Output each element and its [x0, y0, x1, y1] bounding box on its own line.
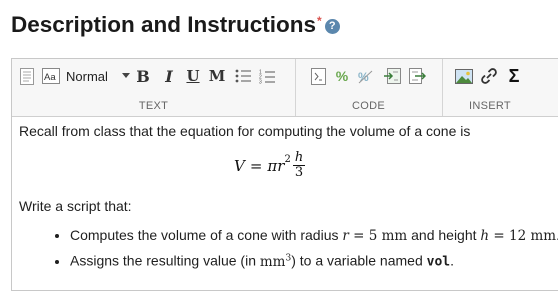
variable-name-code: vol	[426, 254, 451, 270]
formula-lhs: V	[234, 156, 245, 175]
unit-expression: mm3	[259, 253, 291, 270]
formula-pi: π	[267, 156, 278, 175]
paragraph-style-select[interactable]: Normal	[66, 65, 136, 87]
required-marker: *	[317, 14, 322, 28]
formula-numerator: h	[292, 150, 306, 166]
toolbar-group-label-insert: INSERT	[469, 100, 511, 112]
height-expression: h = 12 mm	[480, 228, 556, 244]
paragraph-icon[interactable]	[18, 65, 36, 87]
requirements-list: Computes the volume of a cone with radiu…	[56, 227, 558, 277]
section-heading: Description and Instructions*?	[11, 12, 340, 38]
image-icon[interactable]	[454, 65, 474, 87]
underline-button[interactable]: U	[184, 65, 202, 87]
formula-equals: =	[249, 156, 263, 175]
radius-value: = 5 mm	[348, 228, 408, 244]
toolbar-group-code: % % CODE	[295, 59, 443, 116]
bullet1-text-a: Computes the volume of a cone with radiu…	[70, 227, 343, 243]
bullet2-end: .	[450, 252, 454, 269]
remove-format-icon[interactable]: %	[357, 65, 375, 87]
style-select-value: Normal	[66, 68, 108, 84]
monospace-button[interactable]: M	[208, 65, 226, 87]
chevron-down-icon	[122, 73, 130, 78]
bullet1-text-b: and height	[407, 227, 481, 243]
height-value: = 12 mm	[489, 228, 557, 244]
formula-denominator: 3	[294, 165, 304, 180]
toolbar-group-text: Aa Normal B I U M 1 2 3 TEXT	[12, 59, 296, 116]
cone-volume-formula: V = π r2 h 3	[234, 150, 306, 180]
code-block-icon[interactable]	[309, 65, 327, 87]
bullet2-text-b: ) to a variable named	[291, 252, 427, 269]
link-icon[interactable]	[479, 65, 499, 87]
help-icon[interactable]: ?	[324, 19, 340, 34]
list-item: Assigns the resulting value (in mm3) to …	[70, 250, 558, 271]
inline-code-percent-button[interactable]: %	[333, 65, 351, 87]
bullet-list-icon[interactable]	[234, 65, 252, 87]
radius-expression: r = 5 mm	[342, 228, 407, 244]
bullet2-text-a: Assigns the resulting value (in	[70, 252, 260, 269]
equation-sigma-button[interactable]: Σ	[504, 65, 524, 87]
intro-paragraph: Recall from class that the equation for …	[19, 123, 471, 139]
toolbar-group-label-text: TEXT	[138, 100, 169, 112]
editor-content-area[interactable]: Recall from class that the equation for …	[12, 117, 558, 290]
numbered-list-icon[interactable]: 1 2 3	[258, 65, 276, 87]
formula-fraction: h 3	[292, 150, 306, 180]
formula-exponent: 2	[284, 154, 291, 165]
toolbar-group-insert: Σ INSERT	[442, 59, 538, 116]
rich-text-editor: Aa Normal B I U M 1 2 3 TEXT % % CODE Σ …	[11, 58, 558, 291]
formula-r: r	[277, 156, 285, 175]
height-var: h	[480, 228, 490, 244]
export-cell-icon[interactable]	[408, 65, 426, 87]
list-item: Computes the volume of a cone with radiu…	[70, 227, 558, 244]
script-prompt: Write a script that:	[19, 198, 132, 214]
font-style-icon[interactable]: Aa	[41, 65, 61, 87]
bold-button[interactable]: B	[134, 65, 152, 87]
svg-text:Aa: Aa	[44, 72, 56, 83]
unit-base: mm	[259, 253, 286, 270]
insert-cell-icon[interactable]	[383, 65, 401, 87]
toolbar-group-label-code: CODE	[352, 100, 385, 112]
italic-button[interactable]: I	[160, 65, 178, 87]
page-title: Description and Instructions	[11, 12, 317, 37]
svg-text:3: 3	[259, 79, 262, 84]
editor-toolbar: Aa Normal B I U M 1 2 3 TEXT % % CODE Σ …	[12, 59, 558, 117]
